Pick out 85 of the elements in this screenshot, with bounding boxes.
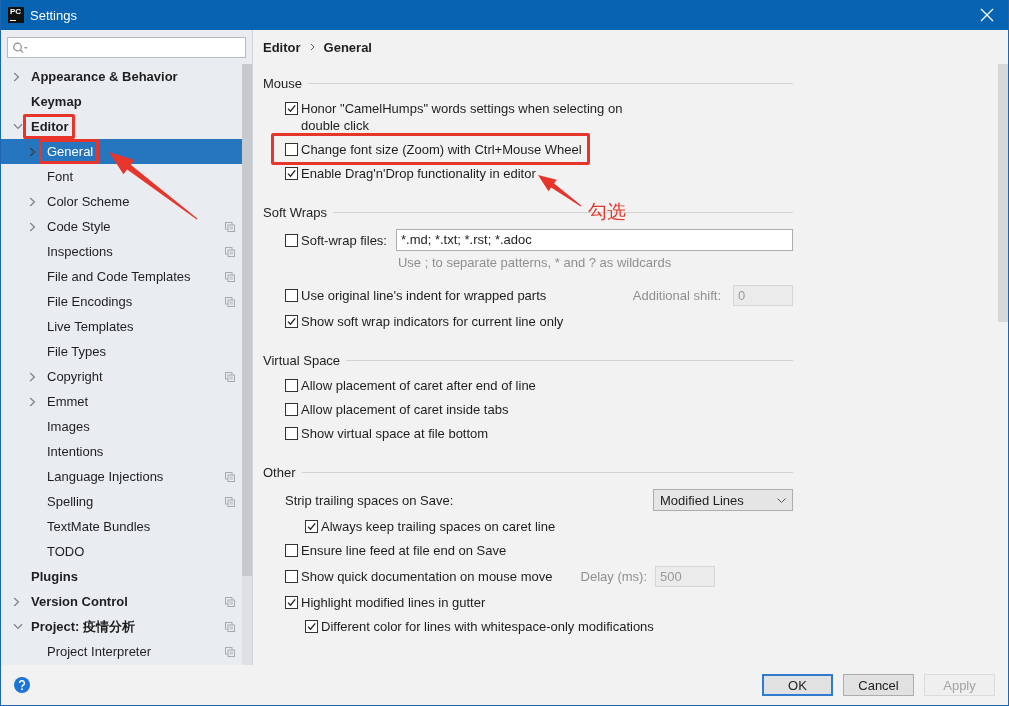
section-title: Virtual Space [263, 353, 341, 368]
tree-item[interactable]: Editor [1, 114, 242, 139]
checkbox-label[interactable]: Show soft wrap indicators for current line only [301, 313, 564, 330]
checkbox-label[interactable]: Different color for lines with whitespace-only modifications [321, 618, 654, 635]
checkbox-label[interactable]: Soft-wrap files: [301, 231, 387, 249]
chevron-right-icon[interactable] [29, 196, 36, 207]
tree-item[interactable]: Project Interpreter [1, 639, 242, 664]
checkbox-label[interactable]: Allow placement of caret inside tabs [301, 401, 509, 418]
tree-item[interactable]: Plugins [1, 564, 242, 589]
dropdown[interactable]: Modified Lines [653, 489, 793, 511]
tree-item[interactable]: Code Style [1, 214, 242, 239]
checkbox-label[interactable]: Ensure line feed at file end on Save [301, 542, 507, 559]
checkbox[interactable] [285, 403, 298, 416]
tree-item[interactable]: Copyright [1, 364, 242, 389]
checkbox[interactable] [305, 520, 318, 533]
tree-item[interactable]: File and Code Templates [1, 264, 242, 289]
tree-item[interactable]: Images [1, 414, 242, 439]
tree-item[interactable]: Color Scheme [1, 189, 242, 214]
window-title: Settings [30, 7, 77, 23]
section-title: Other [263, 465, 296, 480]
section-title: Soft Wraps [263, 205, 328, 220]
tree-item[interactable]: Version Control [1, 589, 242, 614]
caret-icon [777, 497, 786, 503]
tree-item[interactable]: Appearance & Behavior [1, 64, 242, 89]
checkbox[interactable] [285, 570, 298, 583]
search-field[interactable] [7, 37, 246, 58]
tree-item[interactable]: Language Injections [1, 464, 242, 489]
chevron-right-icon[interactable] [29, 221, 36, 232]
chevron-right-icon[interactable] [29, 371, 36, 382]
app-logo: PC [8, 7, 24, 23]
pointer-arrow [538, 175, 582, 207]
ok-button[interactable]: OK [762, 674, 833, 696]
help-icon[interactable] [14, 677, 30, 693]
tree-item[interactable]: Emmet [1, 389, 242, 414]
tree-item[interactable]: TextMate Bundles [1, 514, 242, 539]
tree-item[interactable]: File Encodings [1, 289, 242, 314]
annotation-label: 勾选 [588, 201, 626, 223]
checkbox-label[interactable]: Show quick documentation on mouse move [301, 568, 553, 585]
tree-item[interactable]: Intentions [1, 439, 242, 464]
checkbox[interactable] [285, 233, 298, 247]
chevron-down-icon[interactable] [13, 623, 23, 630]
tree-item[interactable]: TODO [1, 539, 242, 564]
search-icon [12, 41, 28, 54]
tree-item[interactable]: General [1, 139, 242, 164]
checkbox[interactable] [285, 379, 298, 392]
scrollbar-thumb[interactable] [998, 64, 1008, 322]
breadcrumb-item: Editor [263, 39, 301, 55]
checkbox-label[interactable]: Highlight modified lines in gutter [301, 594, 486, 611]
checkbox-label[interactable]: Use original line's indent for wrapped parts [301, 287, 547, 304]
checkbox[interactable] [285, 289, 298, 302]
chevron-right-icon[interactable] [13, 596, 20, 607]
checkbox-label[interactable]: Allow placement of caret after end of line [301, 377, 536, 394]
tree-item[interactable]: Live Templates [1, 314, 242, 339]
tree-item[interactable]: Keymap [1, 89, 242, 114]
chevron-right-icon[interactable] [29, 396, 36, 407]
tree-item[interactable]: Font [1, 164, 242, 189]
tree-item[interactable]: File Types [1, 339, 242, 364]
chevron-right-icon [309, 43, 315, 51]
checkbox-label[interactable]: Always keep trailing spaces on caret line [321, 518, 556, 535]
checkbox-label[interactable]: Honor "CamelHumps" words settings when selecting on double click [301, 100, 651, 134]
field-label: Delay (ms): [580, 568, 647, 585]
checkbox[interactable] [285, 596, 298, 609]
checkbox[interactable] [285, 167, 298, 180]
tree-item[interactable]: Project: 疫情分析 [1, 614, 242, 639]
tree-item[interactable]: Spelling [1, 489, 242, 514]
checkbox[interactable] [285, 544, 298, 557]
field-label: Additional shift: [632, 287, 721, 304]
breadcrumb-item: General [323, 39, 372, 55]
chevron-down-icon[interactable] [13, 123, 23, 130]
close-icon[interactable] [980, 8, 994, 22]
checkbox[interactable] [285, 102, 298, 115]
checkbox[interactable] [285, 315, 298, 328]
setting-label: Strip trailing spaces on Save: [285, 491, 454, 509]
input-field[interactable]: *.md; *.txt; *.rst; *.adoc [396, 229, 793, 251]
checkbox[interactable] [285, 143, 298, 156]
section-title: Mouse [263, 76, 303, 91]
tree-item[interactable]: Inspections [1, 239, 242, 264]
hint-text: Use ; to separate patterns, * and ? as wildcards [397, 254, 672, 271]
checkbox-label[interactable]: Enable Drag'n'Drop functionality in editor [301, 165, 536, 182]
checkbox-label[interactable]: Change font size (Zoom) with Ctrl+Mouse Wheel [301, 141, 582, 158]
checkbox[interactable] [285, 427, 298, 440]
checkbox-label[interactable]: Show virtual space at file bottom [301, 425, 489, 442]
chevron-right-icon[interactable] [13, 71, 20, 82]
checkbox[interactable] [305, 620, 318, 633]
cancel-button[interactable]: Cancel [843, 674, 914, 696]
